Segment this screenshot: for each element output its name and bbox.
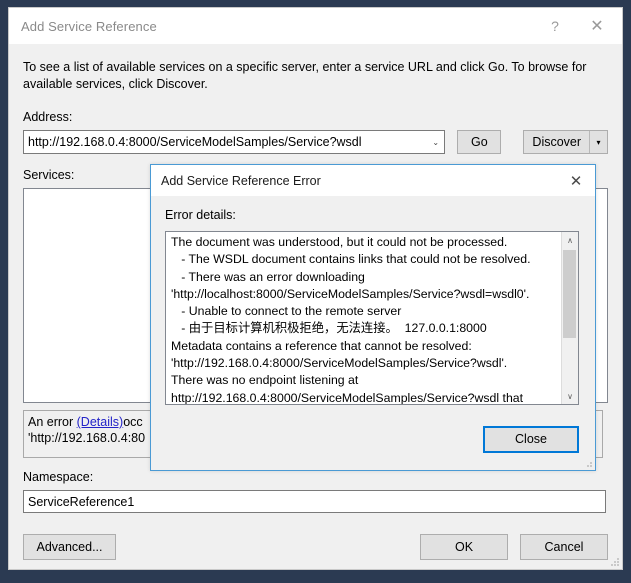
go-button[interactable]: Go bbox=[457, 130, 502, 154]
error-details-label: Error details: bbox=[165, 208, 236, 222]
scrollbar-thumb[interactable] bbox=[563, 250, 576, 338]
address-row: http://192.168.0.4:8000/ServiceModelSamp… bbox=[23, 130, 608, 154]
intro-description: To see a list of available services on a… bbox=[23, 60, 587, 91]
main-window-title: Add Service Reference bbox=[21, 18, 157, 34]
footer-right-buttons: OK Cancel bbox=[420, 534, 608, 560]
chevron-down-icon[interactable]: ⌄ bbox=[427, 138, 444, 147]
status-text-prefix: An error bbox=[28, 415, 77, 429]
scrollbar-track[interactable] bbox=[562, 248, 578, 388]
address-label: Address: bbox=[23, 110, 73, 124]
error-details-scrollbar[interactable]: ∧ ∨ bbox=[561, 232, 578, 404]
address-input[interactable]: http://192.168.0.4:8000/ServiceModelSamp… bbox=[23, 130, 446, 154]
services-list-box[interactable] bbox=[23, 188, 161, 403]
error-dialog: Add Service Reference Error ✕ Error deta… bbox=[150, 164, 596, 471]
discover-button[interactable]: Discover bbox=[524, 131, 590, 153]
details-link[interactable]: (Details) bbox=[77, 415, 124, 429]
error-details-textbox[interactable]: The document was understood, but it coul… bbox=[165, 231, 579, 405]
error-dialog-close-icon[interactable]: ✕ bbox=[557, 167, 595, 195]
main-title-bar: Add Service Reference ? ✕ bbox=[9, 8, 622, 44]
ok-button[interactable]: OK bbox=[420, 534, 508, 560]
help-icon[interactable]: ? bbox=[534, 11, 576, 41]
scroll-down-icon[interactable]: ∨ bbox=[562, 388, 578, 404]
status-text-suffix: occ bbox=[123, 415, 143, 429]
close-icon[interactable]: ✕ bbox=[576, 11, 618, 41]
close-button[interactable]: Close bbox=[483, 425, 579, 453]
main-dialog-footer: Advanced... OK Cancel bbox=[23, 534, 608, 560]
namespace-input[interactable]: ServiceReference1 bbox=[23, 490, 606, 513]
namespace-label: Namespace: bbox=[23, 470, 94, 484]
error-details-text: The document was understood, but it coul… bbox=[171, 235, 531, 404]
error-resize-grip-icon[interactable] bbox=[583, 458, 593, 468]
namespace-input-value: ServiceReference1 bbox=[28, 494, 135, 509]
cancel-button[interactable]: Cancel bbox=[520, 534, 608, 560]
error-dialog-body: Error details: The document was understo… bbox=[151, 196, 595, 408]
resize-grip-icon[interactable] bbox=[610, 557, 620, 567]
error-dialog-title-bar: Add Service Reference Error ✕ bbox=[151, 165, 595, 196]
discover-split-button[interactable]: Discover ▾ bbox=[523, 130, 608, 154]
advanced-button[interactable]: Advanced... bbox=[23, 534, 116, 560]
discover-dropdown-arrow-icon[interactable]: ▾ bbox=[590, 131, 607, 153]
error-dialog-footer: Close bbox=[151, 408, 595, 470]
scroll-up-icon[interactable]: ∧ bbox=[562, 232, 578, 248]
error-dialog-title: Add Service Reference Error bbox=[161, 173, 321, 188]
address-input-value: http://192.168.0.4:8000/ServiceModelSamp… bbox=[28, 135, 362, 149]
